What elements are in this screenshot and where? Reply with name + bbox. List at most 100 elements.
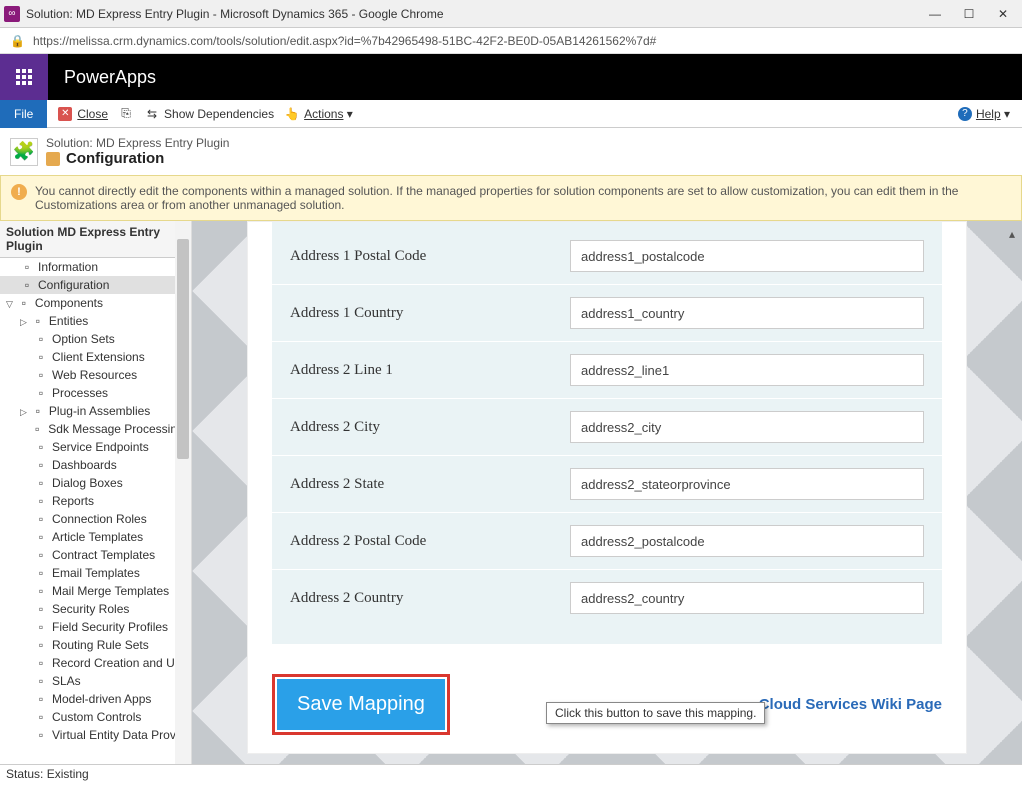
sidebar-item-label: Routing Rule Sets (52, 638, 149, 652)
sidebar-item-contract-templates[interactable]: ▫Contract Templates (0, 546, 191, 564)
sidebar-item-label: Field Security Profiles (52, 620, 168, 634)
status-bar: Status: Existing (0, 764, 1022, 782)
close-window-button[interactable]: ✕ (996, 7, 1010, 21)
fieldsec-icon: ▫ (34, 620, 48, 634)
scroll-up-icon[interactable]: ▴ (1009, 227, 1019, 237)
sidebar-item-web-resources[interactable]: ▫Web Resources (0, 366, 191, 384)
solution-header: 🧩 Solution: MD Express Entry Plugin Conf… (0, 128, 1022, 175)
sidebar-item-service-endpoints[interactable]: ▫Service Endpoints (0, 438, 191, 456)
sidebar-item-routing-rule-sets[interactable]: ▫ Routing Rule Sets (0, 636, 191, 654)
sidebar-item-dashboards[interactable]: ▫Dashboards (0, 456, 191, 474)
sidebar-item-label: Record Creation and U... (52, 656, 185, 670)
actions-dropdown[interactable]: 👆 Actions ▾ (284, 106, 353, 122)
sidebar-item-label: Contract Templates (52, 548, 155, 562)
waffle-icon (16, 69, 32, 85)
tooltip: Click this button to save this mapping. (546, 702, 765, 724)
sidebar-item-dialog-boxes[interactable]: ▫Dialog Boxes (0, 474, 191, 492)
sidebar-item-article-templates[interactable]: ▫ Article Templates (0, 528, 191, 546)
form-row: Address 1 Postal Code (272, 222, 942, 284)
expand-icon[interactable] (20, 404, 27, 418)
form-row: Address 2 Country (272, 569, 942, 626)
expand-icon[interactable] (6, 296, 13, 310)
sidebar-item-configuration[interactable]: ▫Configuration (0, 276, 191, 294)
sidebar-item-reports[interactable]: ▫Reports (0, 492, 191, 510)
sidebar-tree[interactable]: ▫Information▫Configuration▫Components▫En… (0, 258, 191, 764)
sidebar-item-email-templates[interactable]: ▫ Email Templates (0, 564, 191, 582)
file-tab[interactable]: File (0, 100, 47, 128)
sidebar-item-sdk-message-processin-[interactable]: ▫Sdk Message Processin... (0, 420, 191, 438)
sidebar-item-mail-merge-templates[interactable]: ▫Mail Merge Templates (0, 582, 191, 600)
sidebar-item-label: Processes (52, 386, 108, 400)
sidebar-item-field-security-profiles[interactable]: ▫ Field Security Profiles (0, 618, 191, 636)
plugin-icon: ▫ (31, 404, 45, 418)
form-row: Address 2 Line 1 (272, 341, 942, 398)
sla-icon: ▫ (34, 674, 48, 688)
close-button[interactable]: ✕ Close (57, 106, 108, 122)
window-title-bar: ∞ Solution: MD Express Entry Plugin - Mi… (0, 0, 1022, 28)
sidebar-item-slas[interactable]: ▫ SLAs (0, 672, 191, 690)
save-mapping-button[interactable]: Save Mapping (277, 679, 445, 730)
wiki-link[interactable]: Cloud Services Wiki Page (759, 696, 942, 713)
config-icon: ▫ (20, 278, 34, 292)
sidebar-scrollbar[interactable] (175, 221, 191, 764)
optionsets-icon: ▫ (34, 332, 48, 346)
maximize-button[interactable]: ☐ (962, 7, 976, 21)
field-label: Address 2 Line 1 (290, 362, 570, 379)
field-label: Address 2 City (290, 419, 570, 436)
sidebar-item-components[interactable]: ▫Components (0, 294, 191, 312)
field-input[interactable] (570, 354, 924, 386)
sidebar-item-entities[interactable]: ▫Entities (0, 312, 191, 330)
sidebar-item-label: Service Endpoints (52, 440, 149, 454)
field-input[interactable] (570, 582, 924, 614)
sidebar-item-security-roles[interactable]: ▫Security Roles (0, 600, 191, 618)
field-label: Address 2 Country (290, 590, 570, 607)
page-title: Configuration (46, 150, 229, 167)
sidebar-item-label: SLAs (52, 674, 81, 688)
show-dependencies-button[interactable]: ⇆ Show Dependencies (144, 106, 274, 122)
sidebar-item-model-driven-apps[interactable]: ▫Model-driven Apps (0, 690, 191, 708)
webres-icon: ▫ (34, 368, 48, 382)
sidebar-item-label: Virtual Entity Data Prov... (52, 728, 185, 742)
sidebar-item-label: Article Templates (52, 530, 143, 544)
form-row: Address 2 City (272, 398, 942, 455)
export-icon: ⎘ (118, 106, 134, 122)
sidebar-item-plug-in-assemblies[interactable]: ▫ Plug-in Assemblies (0, 402, 191, 420)
mda-icon: ▫ (34, 692, 48, 706)
export-button[interactable]: ⎘ (118, 106, 134, 122)
help-button[interactable]: ? Help ▾ (958, 107, 1010, 121)
field-input[interactable] (570, 240, 924, 272)
field-input[interactable] (570, 297, 924, 329)
sidebar-item-client-extensions[interactable]: ▫Client Extensions (0, 348, 191, 366)
field-input[interactable] (570, 468, 924, 500)
routing-icon: ▫ (34, 638, 48, 652)
sidebar-item-label: Plug-in Assemblies (49, 404, 150, 418)
help-icon: ? (958, 107, 972, 121)
sidebar-item-option-sets[interactable]: ▫Option Sets (0, 330, 191, 348)
custctrl-icon: ▫ (34, 710, 48, 724)
address-bar[interactable]: 🔒 https://melissa.crm.dynamics.com/tools… (0, 28, 1022, 54)
sidebar-item-processes[interactable]: ▫Processes (0, 384, 191, 402)
field-label: Address 1 Postal Code (290, 248, 570, 265)
sidebar-item-label: Email Templates (52, 566, 140, 580)
field-input[interactable] (570, 411, 924, 443)
status-text: Status: Existing (6, 767, 89, 781)
field-label: Address 2 State (290, 476, 570, 493)
warning-banner: ! You cannot directly edit the component… (0, 175, 1022, 221)
sidebar-item-label: Sdk Message Processin... (48, 422, 187, 436)
sidebar-header: Solution MD Express Entry Plugin (0, 221, 191, 258)
sidebar-item-custom-controls[interactable]: ▫Custom Controls (0, 708, 191, 726)
sidebar-item-virtual-entity-data-prov-[interactable]: ▫ Virtual Entity Data Prov... (0, 726, 191, 744)
email-icon: ▫ (34, 566, 48, 580)
sidebar-item-label: Components (35, 296, 103, 310)
sidebar-item-label: Information (38, 260, 98, 274)
sidebar-item-information[interactable]: ▫Information (0, 258, 191, 276)
app-launcher-button[interactable] (0, 54, 48, 100)
sidebar-item-connection-roles[interactable]: ▫Connection Roles (0, 510, 191, 528)
expand-icon[interactable] (20, 314, 27, 328)
minimize-button[interactable]: — (928, 7, 942, 21)
article-icon: ▫ (34, 530, 48, 544)
ved-icon: ▫ (34, 728, 48, 742)
field-input[interactable] (570, 525, 924, 557)
sidebar-item-label: Entities (49, 314, 88, 328)
sidebar-item-record-creation-and-u-[interactable]: ▫Record Creation and U... (0, 654, 191, 672)
